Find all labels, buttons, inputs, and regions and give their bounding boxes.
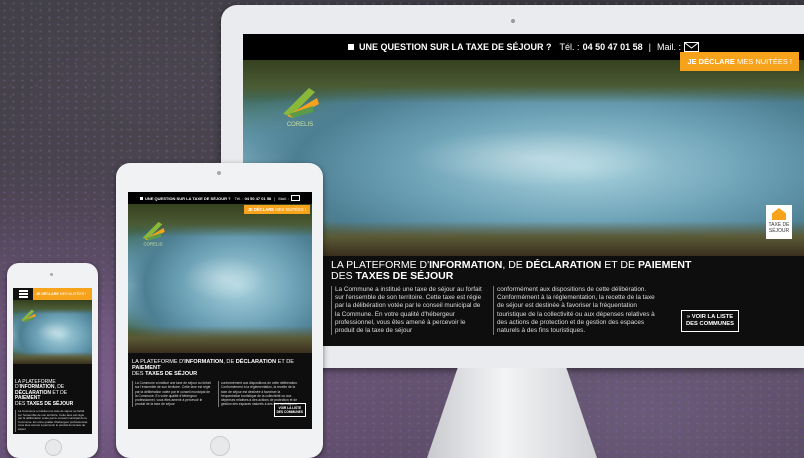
info-column-2: conformément aux dispositions de cette d… [493,286,659,336]
platform-title: LA PLATEFORME D'INFORMATION, DE DÉCLARAT… [132,359,294,377]
tablet-home-button[interactable] [210,436,230,456]
dragonfly-logo-icon[interactable]: CORELIS [279,84,321,128]
tablet-camera [217,171,221,175]
communes-list-button[interactable]: VOIR LA LISTE DES COMMUNES [273,403,306,417]
tablet-device: UNE QUESTION SUR LA TAXE DE SÉJOUR ? Tél… [116,163,323,458]
platform-title: LA PLATEFORME D'INFORMATION, DE DÉCLARAT… [15,379,74,407]
info-column-1: La Commune a institué une taxe de séjour… [15,409,88,432]
phone-camera [50,273,53,276]
tablet-topbar: UNE QUESTION SUR LA TAXE DE SÉJOUR ? Tél… [128,192,312,204]
info-column-1: La Commune a institué une taxe de séjour… [331,286,485,336]
tablet-info-panel: LA PLATEFORME D'INFORMATION, DE DÉCLARAT… [128,353,312,429]
topbar-tel: Tél. :04 50 47 01 58 [559,42,643,52]
desktop-screen: UNE QUESTION SUR LA TAXE DE SÉJOUR ? Tél… [243,34,804,346]
house-icon [772,208,786,220]
topbar-separator: | [648,42,651,52]
taxe-sejour-badge[interactable]: TAXE DE SÉJOUR [766,205,792,239]
phone-screen: JE DÉCLARE MES NUITÉES ! LA PLATEFORME D… [13,288,92,434]
mail-icon[interactable] [291,195,300,201]
topbar-question[interactable]: UNE QUESTION SUR LA TAXE DE SÉJOUR ? [359,42,552,52]
logo-text: CORELIS [287,122,313,128]
communes-list-button[interactable]: » VOIR LA LISTE DES COMMUNES [681,310,739,332]
desktop-info-panel: LA PLATEFORME D'INFORMATION, DE DÉCLARAT… [243,256,804,346]
declare-nights-button[interactable]: JE DÉCLARE MES NUITÉES ! [680,52,799,71]
mail-label: Mail. : [656,42,681,52]
square-icon [139,196,143,200]
phone-hero-lake [13,300,92,364]
monitor-camera [511,19,515,23]
declare-nights-button[interactable]: JE DÉCLARE MES NUITÉES ! [243,205,310,214]
tablet-screen: UNE QUESTION SUR LA TAXE DE SÉJOUR ? Tél… [128,192,312,429]
desktop-hero-lake: CORELIS TAXE DE SÉJOUR [243,60,804,256]
tablet-hero-lake: CORELIS [128,204,312,353]
tel-number[interactable]: 04 50 47 01 58 [583,42,643,52]
dragonfly-logo-icon[interactable]: CORELIS [140,219,166,247]
mail-icon[interactable] [683,42,699,52]
platform-title: LA PLATEFORME D'INFORMATION, DE DÉCLARAT… [331,259,692,282]
phone-navbar: JE DÉCLARE MES NUITÉES ! [13,288,92,300]
dragonfly-logo-icon[interactable] [19,308,37,326]
phone-home-button[interactable] [45,439,62,456]
phone-info-panel: LA PLATEFORME D'INFORMATION, DE DÉCLARAT… [13,364,92,434]
square-icon [348,44,355,50]
phone-device: JE DÉCLARE MES NUITÉES ! LA PLATEFORME D… [7,263,98,458]
svg-text:CORELIS: CORELIS [143,241,162,246]
hamburger-menu-icon[interactable] [13,288,33,300]
declare-nights-button[interactable]: JE DÉCLARE MES NUITÉES ! [33,288,92,300]
info-columns: La Commune a institué une taxe de séjour… [331,286,804,336]
info-column-1: La Commune a institué une taxe de séjour… [132,381,213,407]
